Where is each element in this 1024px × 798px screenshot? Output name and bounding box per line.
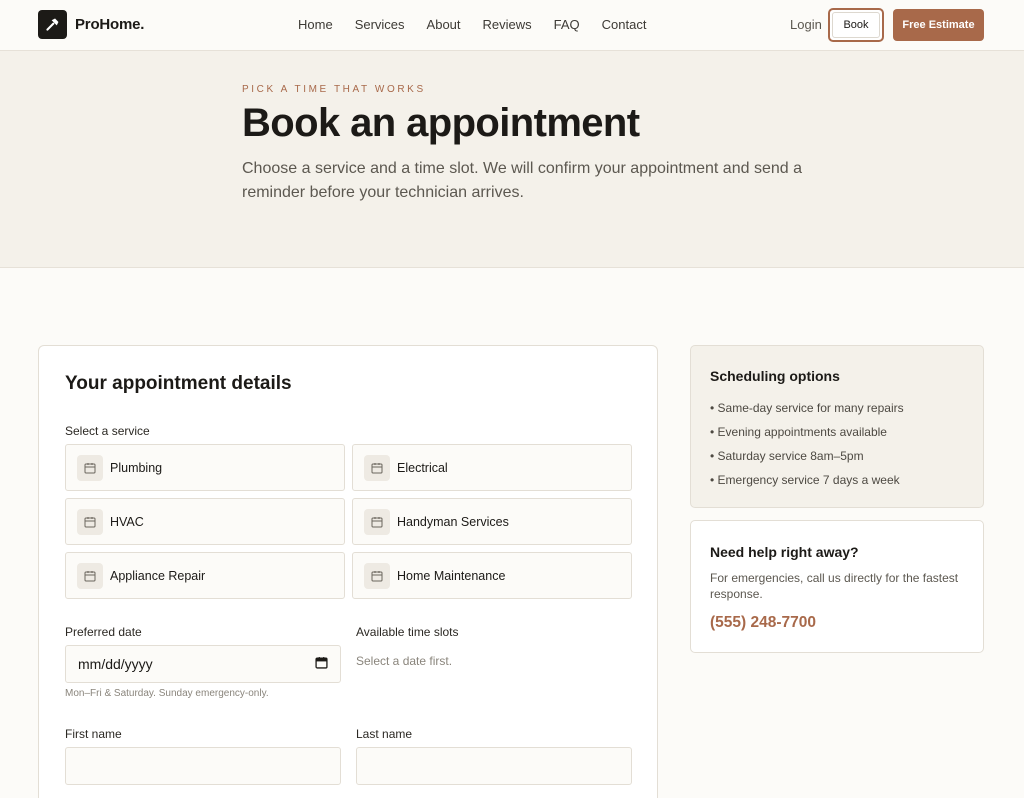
first-name-label: First name xyxy=(65,727,122,741)
nav-contact[interactable]: Contact xyxy=(602,17,647,32)
nav-reviews[interactable]: Reviews xyxy=(483,17,532,32)
service-option-label: HVAC xyxy=(110,514,144,529)
hammer-icon xyxy=(38,10,67,39)
last-name-field[interactable] xyxy=(356,747,632,785)
first-name-field[interactable] xyxy=(65,747,341,785)
calendar-icon[interactable] xyxy=(315,656,328,672)
phone-link[interactable]: (555) 248-7700 xyxy=(710,614,816,632)
service-option-plumbing[interactable]: Plumbing xyxy=(65,444,345,491)
list-item: • Evening appointments available xyxy=(710,425,887,439)
service-label: Select a service xyxy=(65,424,150,438)
form-title: Your appointment details xyxy=(65,373,292,394)
scheduling-options-card: Scheduling options • Same-day service fo… xyxy=(690,345,984,508)
service-option-appliance-repair[interactable]: Appliance Repair xyxy=(65,552,345,599)
list-item: • Saturday service 8am–5pm xyxy=(710,449,864,463)
nav-faq[interactable]: FAQ xyxy=(554,17,580,32)
logo[interactable]: ProHome. xyxy=(38,10,144,39)
time-slots-label: Available time slots xyxy=(356,625,459,639)
calendar-icon xyxy=(364,562,390,589)
scheduling-title: Scheduling options xyxy=(710,368,840,384)
date-hint: Mon–Fri & Saturday. Sunday emergency-onl… xyxy=(65,688,269,699)
calendar-icon xyxy=(364,454,390,481)
book-button[interactable]: Book xyxy=(828,8,884,42)
service-option-label: Electrical xyxy=(397,460,448,475)
nav-home[interactable]: Home xyxy=(298,17,333,32)
date-placeholder: mm/dd/yyyy xyxy=(78,656,153,672)
service-option-hvac[interactable]: HVAC xyxy=(65,498,345,545)
date-label: Preferred date xyxy=(65,625,142,639)
service-option-electrical[interactable]: Electrical xyxy=(352,444,632,491)
free-estimate-button[interactable]: Free Estimate xyxy=(893,9,984,41)
scheduling-list: • Same-day service for many repairs • Ev… xyxy=(710,400,904,496)
calendar-icon xyxy=(77,454,103,481)
calendar-icon xyxy=(77,562,103,589)
appointment-form-card: Your appointment details Select a servic… xyxy=(38,345,658,798)
calendar-icon xyxy=(364,508,390,535)
login-link[interactable]: Login xyxy=(790,17,822,32)
hero-section: PICK A TIME THAT WORKS Book an appointme… xyxy=(0,51,1024,268)
help-title: Need help right away? xyxy=(710,544,859,560)
help-text: For emergencies, call us directly for th… xyxy=(710,571,959,601)
time-slots-empty-state: Select a date first. xyxy=(356,654,453,668)
hero-eyebrow: PICK A TIME THAT WORKS xyxy=(242,84,426,95)
hero-subtitle: Choose a service and a time slot. We wil… xyxy=(242,160,802,201)
book-button-label: Book xyxy=(832,12,880,38)
service-option-label: Appliance Repair xyxy=(110,568,206,583)
page-title: Book an appointment xyxy=(242,101,640,145)
nav-about[interactable]: About xyxy=(427,17,461,32)
date-field[interactable]: mm/dd/yyyy xyxy=(65,645,341,683)
service-option-home-maintenance[interactable]: Home Maintenance xyxy=(352,552,632,599)
calendar-icon xyxy=(77,508,103,535)
nav-services[interactable]: Services xyxy=(355,17,405,32)
service-option-label: Plumbing xyxy=(110,460,163,475)
list-item: • Same-day service for many repairs xyxy=(710,401,904,415)
service-option-handyman[interactable]: Handyman Services xyxy=(352,498,632,545)
last-name-label: Last name xyxy=(356,727,413,741)
service-option-label: Home Maintenance xyxy=(397,568,506,583)
site-header: ProHome. Home Services About Reviews FAQ… xyxy=(0,0,1024,51)
list-item: • Emergency service 7 days a week xyxy=(710,473,900,487)
service-option-label: Handyman Services xyxy=(397,514,509,529)
help-card: Need help right away? For emergencies, c… xyxy=(690,520,984,653)
main-nav: Home Services About Reviews FAQ Contact xyxy=(298,17,668,32)
brand-name: ProHome. xyxy=(75,16,145,33)
